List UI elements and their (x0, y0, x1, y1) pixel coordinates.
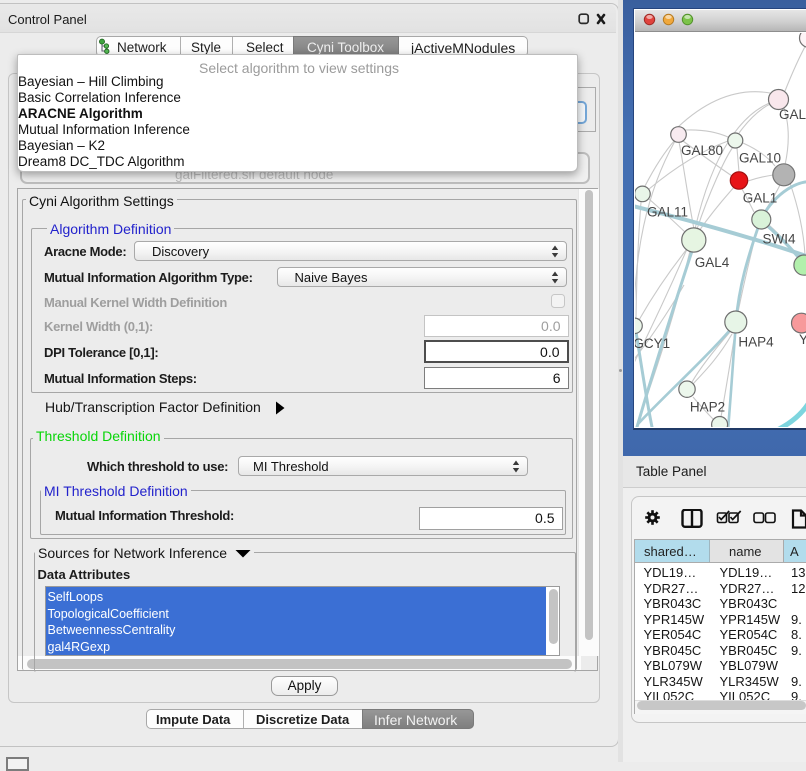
svg-text:HAP4: HAP4 (738, 334, 774, 349)
svg-text:Y: Y (799, 332, 806, 347)
svg-text:GAL2: GAL2 (779, 107, 806, 122)
svg-text:GAL11: GAL11 (647, 204, 688, 219)
svg-text:HAP2: HAP2 (690, 399, 725, 414)
svg-text:GAL1: GAL1 (743, 190, 778, 205)
svg-text:SWI4: SWI4 (762, 231, 795, 246)
svg-text:GCY1: GCY1 (635, 336, 670, 351)
svg-text:GAL10: GAL10 (739, 150, 781, 165)
svg-text:GAL80: GAL80 (681, 143, 723, 158)
svg-text:GAL4: GAL4 (695, 255, 730, 270)
